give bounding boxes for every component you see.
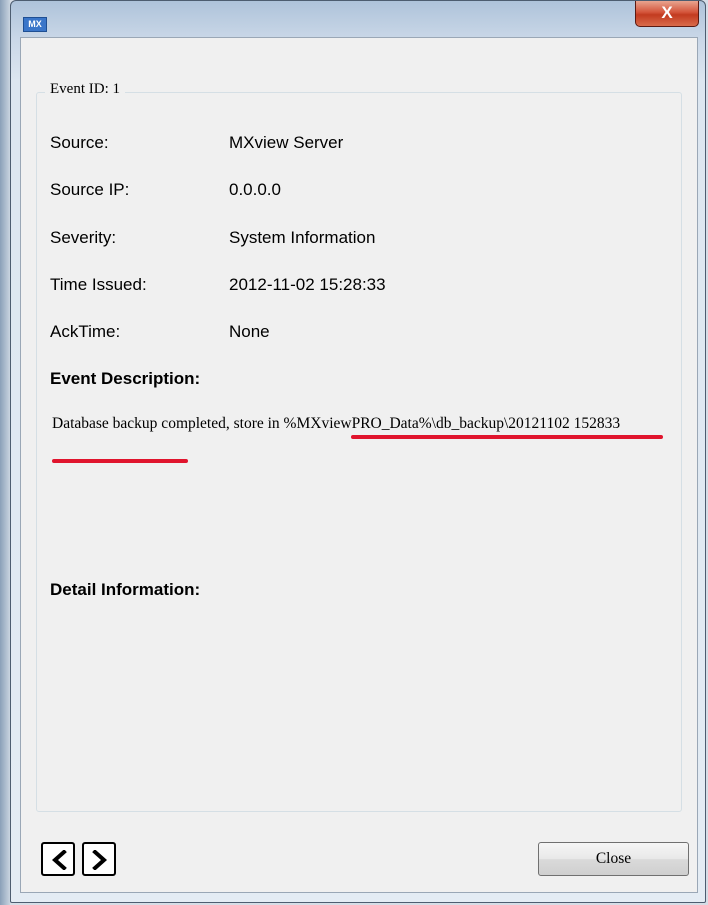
window-close-button[interactable]: X bbox=[635, 1, 699, 27]
next-event-button[interactable] bbox=[82, 842, 116, 876]
source-value: MXview Server bbox=[229, 133, 344, 152]
event-id-legend: Event ID: 1 bbox=[45, 81, 125, 98]
background-window-edge bbox=[0, 0, 10, 905]
source-ip-value: 0.0.0.0 bbox=[229, 180, 281, 199]
time-issued-value: 2012-11-02 15:28:33 bbox=[229, 275, 386, 294]
ack-time-label: AckTime: bbox=[50, 322, 121, 341]
mx-app-icon: MX bbox=[23, 17, 47, 32]
event-description-title: Event Description: bbox=[50, 369, 201, 388]
event-detail-dialog: MX X Event ID: 1 Source: MXview Server S… bbox=[10, 0, 706, 903]
path-highlight-underline bbox=[351, 435, 663, 439]
chevron-right-icon bbox=[92, 850, 108, 870]
severity-label: Severity: bbox=[50, 228, 117, 247]
path-highlight-underline-2 bbox=[52, 459, 188, 463]
event-description-text: Database backup completed, store in %MXv… bbox=[52, 415, 621, 432]
dialog-client-area: Event ID: 1 Source: MXview Server Source… bbox=[20, 37, 698, 893]
severity-value: System Information bbox=[229, 228, 376, 247]
chevron-left-icon bbox=[51, 850, 67, 870]
source-ip-label: Source IP: bbox=[50, 180, 130, 199]
close-button[interactable]: Close bbox=[538, 842, 689, 876]
detail-information-title: Detail Information: bbox=[50, 580, 201, 599]
time-issued-label: Time Issued: bbox=[50, 275, 147, 294]
ack-time-value: None bbox=[229, 322, 270, 341]
event-groupbox bbox=[36, 92, 682, 812]
previous-event-button[interactable] bbox=[41, 842, 75, 876]
title-bar[interactable]: MX X bbox=[11, 1, 705, 39]
source-label: Source: bbox=[50, 133, 109, 152]
